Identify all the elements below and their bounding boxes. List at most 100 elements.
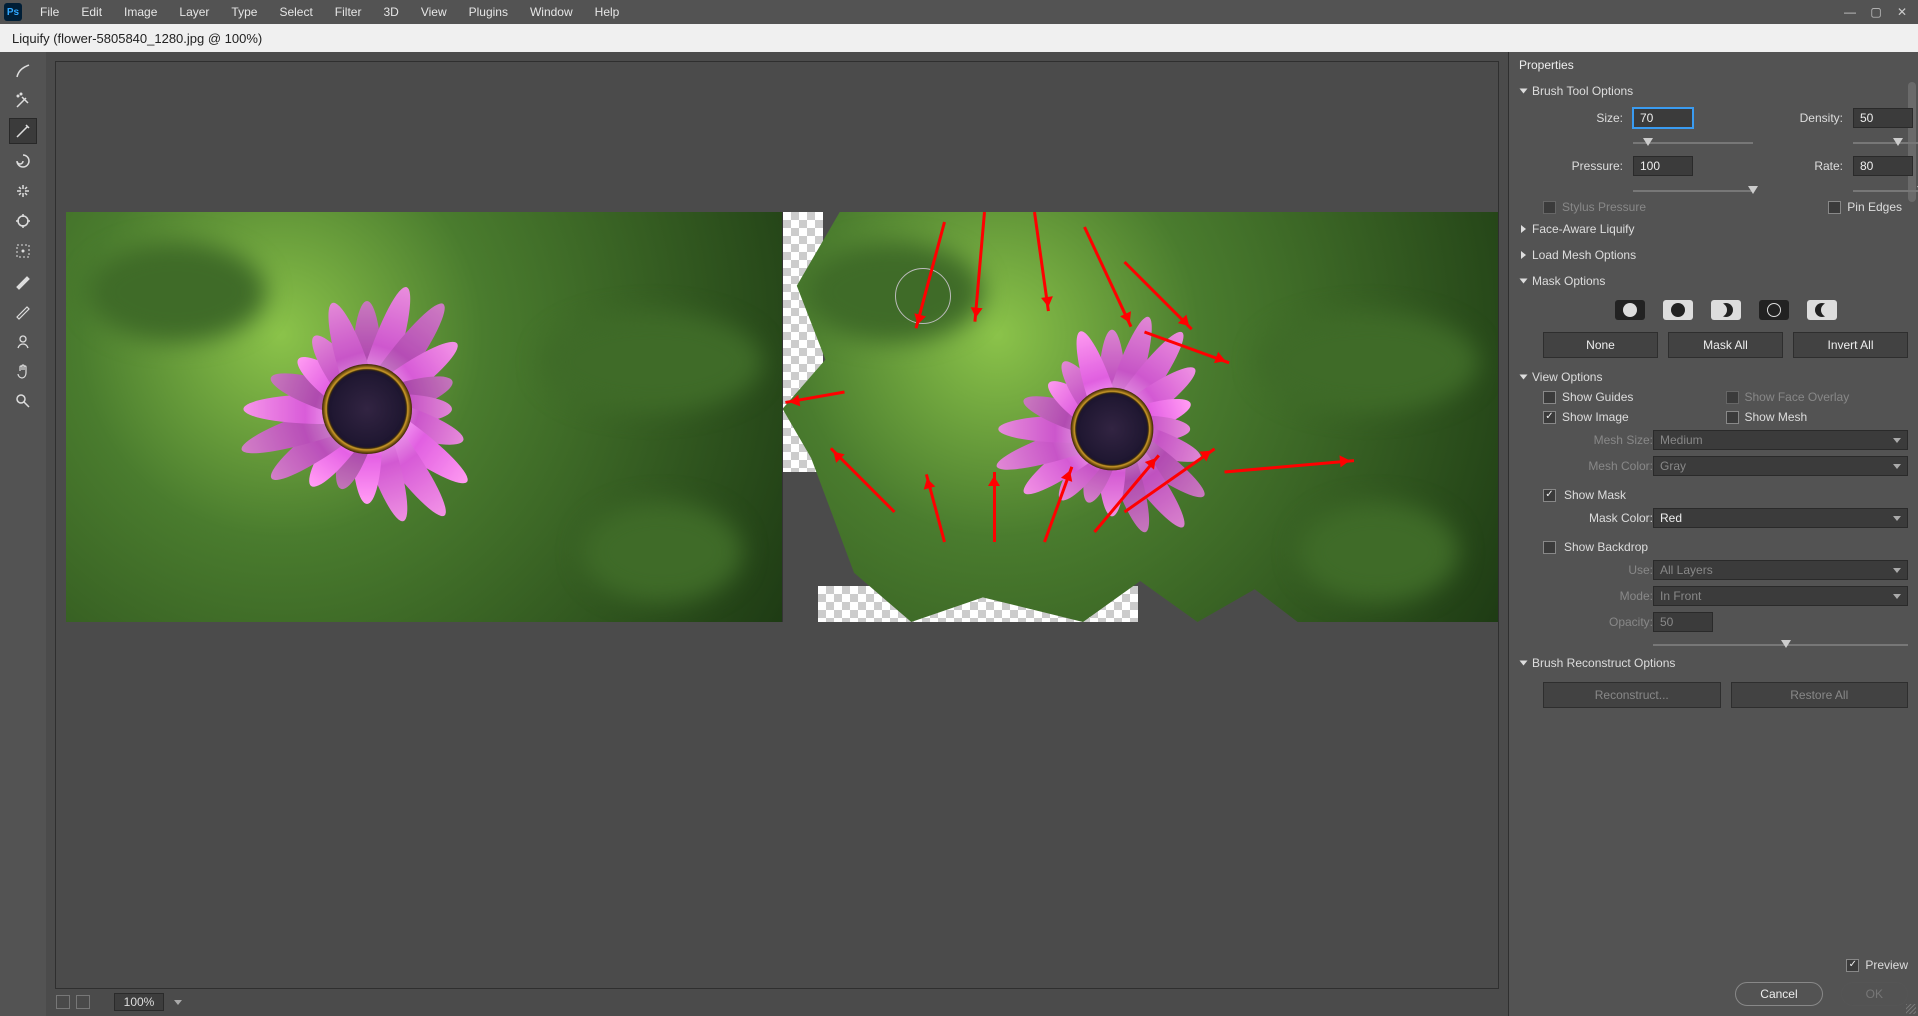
show-backdrop-checkbox[interactable] bbox=[1543, 541, 1556, 554]
mask-all-button[interactable]: Mask All bbox=[1668, 332, 1783, 358]
stylus-pressure-label: Stylus Pressure bbox=[1562, 200, 1646, 214]
pressure-input[interactable] bbox=[1633, 156, 1693, 176]
menu-file[interactable]: File bbox=[30, 3, 69, 21]
freeze-mask-tool[interactable] bbox=[9, 268, 37, 294]
menu-type[interactable]: Type bbox=[221, 3, 267, 21]
show-mask-label: Show Mask bbox=[1564, 488, 1626, 502]
show-guides-checkbox[interactable] bbox=[1543, 391, 1556, 404]
mask-none-button[interactable]: None bbox=[1543, 332, 1658, 358]
face-tool[interactable] bbox=[9, 328, 37, 354]
menu-window[interactable]: Window bbox=[520, 3, 583, 21]
menu-view[interactable]: View bbox=[411, 3, 457, 21]
density-input[interactable] bbox=[1853, 108, 1913, 128]
image-warped bbox=[782, 212, 1499, 622]
reconstruct-tool[interactable] bbox=[9, 88, 37, 114]
pucker-tool[interactable] bbox=[9, 178, 37, 204]
resize-grip-icon[interactable] bbox=[1906, 1004, 1916, 1014]
window-minimize-button[interactable]: — bbox=[1838, 3, 1862, 21]
menu-select[interactable]: Select bbox=[269, 3, 322, 21]
menu-plugins[interactable]: Plugins bbox=[459, 3, 518, 21]
hand-tool[interactable] bbox=[9, 358, 37, 384]
image-stage bbox=[66, 212, 1498, 622]
section-brush-label: Brush Tool Options bbox=[1532, 84, 1633, 98]
section-brush-tool-options[interactable]: Brush Tool Options bbox=[1519, 78, 1908, 104]
dialog-title: Liquify (flower-5805840_1280.jpg @ 100%) bbox=[12, 31, 262, 46]
mask-mode-intersect-icon[interactable] bbox=[1759, 300, 1789, 320]
cancel-button[interactable]: Cancel bbox=[1735, 982, 1822, 1006]
show-image-label: Show Image bbox=[1562, 410, 1629, 424]
canvas-viewport[interactable] bbox=[56, 62, 1498, 988]
menu-layer[interactable]: Layer bbox=[169, 3, 219, 21]
menu-3d[interactable]: 3D bbox=[373, 3, 408, 21]
rate-slider[interactable] bbox=[1853, 184, 1918, 196]
section-reconstruct-label: Brush Reconstruct Options bbox=[1532, 656, 1675, 670]
pressure-label: Pressure: bbox=[1543, 159, 1623, 173]
menu-edit[interactable]: Edit bbox=[71, 3, 112, 21]
section-view-options[interactable]: View Options bbox=[1519, 364, 1908, 390]
mask-mode-invert-icon[interactable] bbox=[1807, 300, 1837, 320]
show-image-checkbox[interactable] bbox=[1543, 411, 1556, 424]
reconstruct-button: Reconstruct... bbox=[1543, 682, 1721, 708]
mesh-color-label: Mesh Color: bbox=[1543, 459, 1653, 473]
push-left-tool[interactable] bbox=[9, 238, 37, 264]
show-mesh-checkbox[interactable] bbox=[1726, 411, 1739, 424]
section-brush-reconstruct[interactable]: Brush Reconstruct Options bbox=[1519, 650, 1908, 676]
show-face-overlay-label: Show Face Overlay bbox=[1745, 390, 1850, 404]
annotation-arrow-icon bbox=[993, 472, 996, 542]
zoom-tool[interactable] bbox=[9, 388, 37, 414]
liquify-toolbar bbox=[0, 52, 46, 1016]
size-slider[interactable] bbox=[1633, 136, 1753, 148]
image-original bbox=[66, 212, 782, 622]
use-label: Use: bbox=[1543, 563, 1653, 577]
size-input[interactable] bbox=[1633, 108, 1693, 128]
show-guides-label: Show Guides bbox=[1562, 390, 1633, 404]
section-load-mesh-label: Load Mesh Options bbox=[1532, 248, 1636, 262]
ps-logo-icon: Ps bbox=[4, 3, 22, 21]
show-face-overlay-checkbox bbox=[1726, 391, 1739, 404]
mask-mode-subtract-icon[interactable] bbox=[1711, 300, 1741, 320]
window-maximize-button[interactable]: ▢ bbox=[1864, 3, 1888, 21]
opacity-input bbox=[1653, 612, 1713, 632]
twirl-tool[interactable] bbox=[9, 148, 37, 174]
zoom-dropdown-icon[interactable] bbox=[174, 1000, 182, 1005]
properties-tab: Properties bbox=[1509, 52, 1918, 78]
show-mesh-label: Show Mesh bbox=[1745, 410, 1808, 424]
mesh-size-label: Mesh Size: bbox=[1543, 433, 1653, 447]
zoom-level-input[interactable]: 100% bbox=[114, 993, 164, 1011]
pressure-slider[interactable] bbox=[1633, 184, 1753, 196]
restore-all-button: Restore All bbox=[1731, 682, 1909, 708]
section-mask-options[interactable]: Mask Options bbox=[1519, 268, 1908, 294]
opacity-slider bbox=[1653, 638, 1908, 650]
menu-filter[interactable]: Filter bbox=[325, 3, 372, 21]
section-mask-label: Mask Options bbox=[1532, 274, 1605, 288]
forward-warp-tool[interactable] bbox=[9, 58, 37, 84]
thaw-mask-tool[interactable] bbox=[9, 298, 37, 324]
mesh-color-select: Gray bbox=[1653, 456, 1908, 476]
status-icon-1[interactable] bbox=[56, 995, 70, 1009]
canvas-status-bar: 100% bbox=[56, 992, 1498, 1012]
mask-mode-add-icon[interactable] bbox=[1663, 300, 1693, 320]
pin-edges-checkbox[interactable] bbox=[1828, 201, 1841, 214]
dialog-title-bar: Liquify (flower-5805840_1280.jpg @ 100%) bbox=[0, 24, 1918, 52]
bloat-tool[interactable] bbox=[9, 208, 37, 234]
section-face-aware-label: Face-Aware Liquify bbox=[1532, 222, 1635, 236]
rate-input[interactable] bbox=[1853, 156, 1913, 176]
section-load-mesh[interactable]: Load Mesh Options bbox=[1519, 242, 1908, 268]
menu-image[interactable]: Image bbox=[114, 3, 167, 21]
status-icon-2[interactable] bbox=[76, 995, 90, 1009]
menu-help[interactable]: Help bbox=[585, 3, 630, 21]
rate-label: Rate: bbox=[1763, 159, 1843, 173]
smooth-tool[interactable] bbox=[9, 118, 37, 144]
mode-label: Mode: bbox=[1543, 589, 1653, 603]
show-mask-checkbox[interactable] bbox=[1543, 489, 1556, 502]
invert-all-button[interactable]: Invert All bbox=[1793, 332, 1908, 358]
preview-checkbox[interactable] bbox=[1846, 959, 1859, 972]
section-face-aware[interactable]: Face-Aware Liquify bbox=[1519, 216, 1908, 242]
density-slider[interactable] bbox=[1853, 136, 1918, 148]
density-label: Density: bbox=[1763, 111, 1843, 125]
properties-panel: Properties Brush Tool Options Size: Dens… bbox=[1508, 52, 1918, 1016]
mask-color-select[interactable]: Red bbox=[1653, 508, 1908, 528]
window-close-button[interactable]: ✕ bbox=[1890, 3, 1914, 21]
opacity-label: Opacity: bbox=[1543, 615, 1653, 629]
mask-mode-replace-icon[interactable] bbox=[1615, 300, 1645, 320]
